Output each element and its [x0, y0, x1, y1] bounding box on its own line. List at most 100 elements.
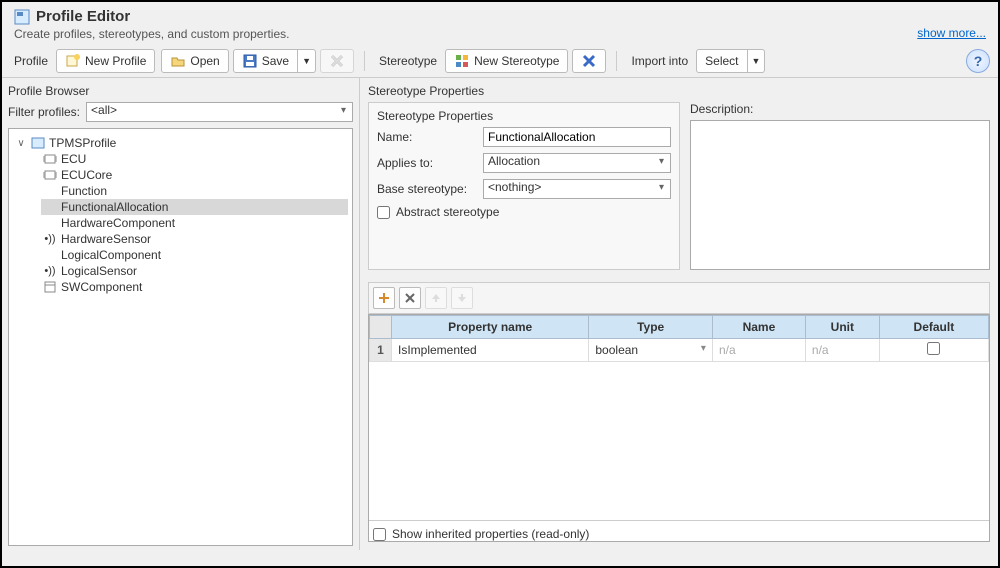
x-icon	[404, 292, 416, 304]
col-name[interactable]: Name	[712, 316, 805, 339]
tree-item[interactable]: ECUCore	[41, 167, 348, 183]
show-inherited-checkbox[interactable]	[373, 528, 386, 541]
profile-editor-icon	[14, 9, 30, 25]
chevron-down-icon: ▼	[752, 56, 761, 66]
show-more-link[interactable]: show more...	[917, 26, 986, 40]
tree-item-icon	[43, 152, 57, 166]
tree-root-node[interactable]: ∨ TPMSProfile	[13, 135, 348, 151]
delete-stereotype-button[interactable]	[572, 49, 606, 73]
cell-property-name[interactable]: IsImplemented	[392, 339, 589, 362]
header: Profile Editor Create profiles, stereoty…	[2, 2, 998, 45]
profile-label: Profile	[10, 54, 52, 68]
properties-table-container: Property name Type Name Unit Default 1Is…	[368, 314, 990, 542]
tree-item-label: FunctionalAllocation	[61, 200, 168, 214]
description-label: Description:	[690, 102, 990, 116]
filter-profiles-select[interactable]: <all>	[86, 102, 353, 122]
applies-to-label: Applies to:	[377, 156, 477, 170]
name-label: Name:	[377, 130, 477, 144]
cell-type[interactable]: boolean	[589, 339, 713, 362]
stereotype-properties-panel: Stereotype Properties Stereotype Propert…	[360, 78, 998, 550]
help-icon: ?	[974, 53, 983, 69]
col-property-name[interactable]: Property name	[392, 316, 589, 339]
select-import-button[interactable]: Select	[696, 49, 747, 73]
tree-item[interactable]: HardwareComponent	[41, 215, 348, 231]
abstract-label: Abstract stereotype	[396, 205, 499, 219]
new-profile-label: New Profile	[85, 54, 146, 68]
cell-default[interactable]	[879, 339, 988, 362]
tree-item-label: HardwareComponent	[61, 216, 175, 230]
delete-stereotype-icon	[581, 53, 597, 69]
properties-table[interactable]: Property name Type Name Unit Default 1Is…	[369, 315, 989, 362]
import-label: Import into	[627, 54, 692, 68]
tree-item-icon	[43, 248, 57, 262]
tree-item-label: LogicalComponent	[61, 248, 161, 262]
save-button[interactable]: Save	[233, 49, 298, 73]
delete-icon	[329, 53, 345, 69]
col-rownum	[370, 316, 392, 339]
help-button[interactable]: ?	[966, 49, 990, 73]
add-property-button[interactable]	[373, 287, 395, 309]
tree-item-label: HardwareSensor	[61, 232, 151, 246]
tree-collapse-icon[interactable]: ∨	[15, 138, 27, 149]
open-button[interactable]: Open	[161, 49, 228, 73]
abstract-checkbox[interactable]	[377, 206, 390, 219]
stereotype-label: Stereotype	[375, 54, 441, 68]
filter-label: Filter profiles:	[8, 105, 80, 119]
separator	[364, 51, 365, 71]
tree-item-label: ECUCore	[61, 168, 112, 182]
tree-item-label: LogicalSensor	[61, 264, 137, 278]
chevron-down-icon: ▼	[302, 56, 311, 66]
save-icon	[242, 53, 258, 69]
delete-profile-button[interactable]	[320, 49, 354, 73]
save-dropdown-button[interactable]: ▼	[298, 49, 316, 73]
base-stereotype-value: <nothing>	[488, 180, 541, 194]
remove-property-button[interactable]	[399, 287, 421, 309]
name-input[interactable]	[483, 127, 671, 147]
stereotype-fields: Stereotype Properties Name: Applies to: …	[368, 102, 680, 270]
tree-item-label: ECU	[61, 152, 86, 166]
cell-name[interactable]: n/a	[712, 339, 805, 362]
tree-item[interactable]: LogicalComponent	[41, 247, 348, 263]
new-profile-icon	[65, 53, 81, 69]
base-stereotype-select[interactable]: <nothing>	[483, 179, 671, 199]
new-profile-button[interactable]: New Profile	[56, 49, 155, 73]
col-unit[interactable]: Unit	[805, 316, 879, 339]
tree-item[interactable]: Function	[41, 183, 348, 199]
save-label: Save	[262, 54, 289, 68]
move-down-button[interactable]	[451, 287, 473, 309]
select-import-dropdown[interactable]: ▼	[748, 49, 766, 73]
tree-item-icon	[43, 280, 57, 294]
tree-item[interactable]: •)) LogicalSensor	[41, 263, 348, 279]
profile-tree[interactable]: ∨ TPMSProfile ECU ECUCore Function Function…	[8, 128, 353, 546]
tree-item[interactable]: SWComponent	[41, 279, 348, 295]
table-row[interactable]: 1IsImplemented boolean n/an/a	[370, 339, 989, 362]
tree-item-icon	[43, 216, 57, 230]
separator	[616, 51, 617, 71]
col-default[interactable]: Default	[879, 316, 988, 339]
filter-value: <all>	[91, 103, 117, 117]
open-icon	[170, 53, 186, 69]
move-up-button[interactable]	[425, 287, 447, 309]
col-type[interactable]: Type	[589, 316, 713, 339]
type-select[interactable]: boolean	[595, 343, 706, 357]
cell-unit[interactable]: n/a	[805, 339, 879, 362]
tree-item-icon: •))	[43, 232, 57, 246]
description-textarea[interactable]	[690, 120, 990, 270]
tree-item[interactable]: FunctionalAllocation	[41, 199, 348, 215]
tree-item-label: Function	[61, 184, 107, 198]
tree-item-icon	[43, 200, 57, 214]
applies-to-select[interactable]: Allocation	[483, 153, 671, 173]
plus-icon	[378, 292, 390, 304]
base-stereotype-label: Base stereotype:	[377, 182, 477, 196]
profile-icon	[31, 136, 45, 150]
new-stereotype-icon	[454, 53, 470, 69]
page-title: Profile Editor	[36, 8, 130, 25]
row-number: 1	[370, 339, 392, 362]
tree-item-icon: •))	[43, 264, 57, 278]
tree-item[interactable]: •)) HardwareSensor	[41, 231, 348, 247]
default-checkbox[interactable]	[927, 342, 940, 355]
tree-item-icon	[43, 184, 57, 198]
tree-item[interactable]: ECU	[41, 151, 348, 167]
new-stereotype-button[interactable]: New Stereotype	[445, 49, 568, 73]
arrow-down-icon	[456, 292, 468, 304]
